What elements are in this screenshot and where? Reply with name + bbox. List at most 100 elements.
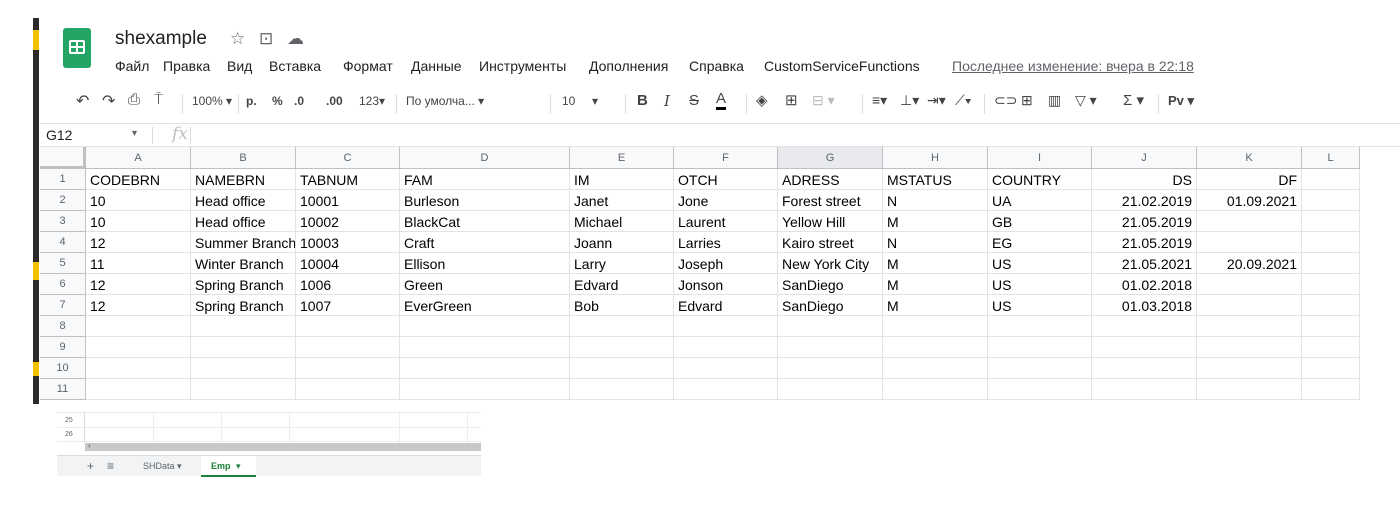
table-cell[interactable]: Spring Branch bbox=[191, 274, 296, 295]
table-cell[interactable] bbox=[1092, 379, 1197, 400]
row-header[interactable]: 3 bbox=[40, 211, 86, 232]
table-cell[interactable] bbox=[988, 337, 1092, 358]
table-cell[interactable] bbox=[86, 337, 191, 358]
table-cell[interactable] bbox=[1197, 316, 1302, 337]
currency-format-button[interactable]: р. bbox=[246, 94, 257, 108]
table-cell[interactable]: Janet bbox=[570, 190, 674, 211]
column-header-i[interactable]: I bbox=[988, 147, 1092, 169]
table-cell[interactable]: Ellison bbox=[400, 253, 570, 274]
row-header[interactable]: 2 bbox=[40, 190, 86, 211]
table-cell[interactable] bbox=[988, 358, 1092, 379]
table-cell[interactable]: TABNUM bbox=[296, 169, 400, 190]
menu-addons[interactable]: Дополнения bbox=[589, 58, 668, 74]
table-cell[interactable] bbox=[674, 337, 778, 358]
bold-button[interactable]: B bbox=[637, 92, 648, 109]
table-cell[interactable]: Edvard bbox=[674, 295, 778, 316]
table-cell[interactable]: US bbox=[988, 295, 1092, 316]
table-cell[interactable] bbox=[1302, 274, 1360, 295]
table-cell[interactable] bbox=[86, 358, 191, 379]
table-cell[interactable]: 21.05.2021 bbox=[1092, 253, 1197, 274]
table-cell[interactable] bbox=[1197, 295, 1302, 316]
table-cell[interactable]: Yellow Hill bbox=[778, 211, 883, 232]
increase-decimals-button[interactable]: .00 bbox=[326, 94, 343, 108]
table-cell[interactable]: SanDiego bbox=[778, 295, 883, 316]
table-cell[interactable] bbox=[778, 337, 883, 358]
print-icon[interactable]: ⎙ bbox=[128, 91, 140, 108]
table-cell[interactable]: Green bbox=[400, 274, 570, 295]
table-cell[interactable]: 12 bbox=[86, 232, 191, 253]
table-cell[interactable] bbox=[1197, 379, 1302, 400]
menu-file[interactable]: Файл bbox=[115, 58, 149, 74]
table-cell[interactable]: 01.09.2021 bbox=[1197, 190, 1302, 211]
table-cell[interactable]: COUNTRY bbox=[988, 169, 1092, 190]
table-cell[interactable]: Larry bbox=[570, 253, 674, 274]
cloud-status-icon[interactable]: ☁ bbox=[287, 29, 304, 49]
rotate-icon[interactable]: ⟋▾ bbox=[955, 92, 972, 109]
column-header-l[interactable]: L bbox=[1302, 147, 1360, 169]
name-box-dropdown-icon[interactable]: ▾ bbox=[132, 128, 137, 139]
table-cell[interactable] bbox=[86, 316, 191, 337]
table-cell[interactable] bbox=[1197, 211, 1302, 232]
menu-custom-service-functions[interactable]: CustomServiceFunctions bbox=[764, 58, 920, 74]
paint-format-icon[interactable]: ⍑ bbox=[154, 91, 163, 108]
percent-format-button[interactable]: % bbox=[272, 94, 283, 108]
column-header-b[interactable]: B bbox=[191, 147, 296, 169]
table-cell[interactable] bbox=[988, 316, 1092, 337]
table-cell[interactable]: Bob bbox=[570, 295, 674, 316]
decrease-decimals-button[interactable]: .0 bbox=[294, 94, 304, 108]
menu-help[interactable]: Справка bbox=[689, 58, 744, 74]
table-cell[interactable]: 1007 bbox=[296, 295, 400, 316]
table-cell[interactable] bbox=[883, 379, 988, 400]
table-cell[interactable]: 10001 bbox=[296, 190, 400, 211]
table-cell[interactable] bbox=[988, 379, 1092, 400]
column-header-h[interactable]: H bbox=[883, 147, 988, 169]
column-header-f[interactable]: F bbox=[674, 147, 778, 169]
row-header[interactable]: 7 bbox=[40, 295, 86, 316]
table-cell[interactable] bbox=[570, 379, 674, 400]
table-cell[interactable] bbox=[883, 337, 988, 358]
table-cell[interactable]: 01.03.2018 bbox=[1092, 295, 1197, 316]
align-icon[interactable]: ≡▾ bbox=[872, 92, 887, 109]
table-cell[interactable] bbox=[400, 316, 570, 337]
table-cell[interactable] bbox=[570, 358, 674, 379]
table-cell[interactable] bbox=[191, 358, 296, 379]
link-icon[interactable]: ⊂⊃ bbox=[994, 92, 1017, 109]
tab-shdata[interactable]: SHData ▾ bbox=[143, 461, 182, 472]
table-cell[interactable]: Edvard bbox=[570, 274, 674, 295]
table-cell[interactable]: 10002 bbox=[296, 211, 400, 232]
table-cell[interactable]: M bbox=[883, 295, 988, 316]
table-cell[interactable]: Laurent bbox=[674, 211, 778, 232]
table-cell[interactable] bbox=[883, 358, 988, 379]
table-cell[interactable]: 1006 bbox=[296, 274, 400, 295]
chart-icon[interactable]: ▥ bbox=[1048, 92, 1061, 109]
table-cell[interactable] bbox=[1302, 211, 1360, 232]
table-cell[interactable] bbox=[883, 316, 988, 337]
select-all-corner[interactable] bbox=[40, 147, 86, 169]
table-cell[interactable]: Kairo street bbox=[778, 232, 883, 253]
table-cell[interactable] bbox=[296, 358, 400, 379]
row-header[interactable]: 4 bbox=[40, 232, 86, 253]
filter-icon[interactable]: ▽ ▾ bbox=[1075, 92, 1097, 109]
table-cell[interactable]: 12 bbox=[86, 295, 191, 316]
table-cell[interactable] bbox=[1197, 232, 1302, 253]
menu-format[interactable]: Формат bbox=[343, 58, 393, 74]
table-cell[interactable]: Jone bbox=[674, 190, 778, 211]
table-cell[interactable]: CODEBRN bbox=[86, 169, 191, 190]
comment-icon[interactable]: ⊞ bbox=[1021, 92, 1033, 109]
table-cell[interactable] bbox=[1197, 337, 1302, 358]
valign-icon[interactable]: ⊥▾ bbox=[900, 92, 919, 109]
table-cell[interactable]: DF bbox=[1197, 169, 1302, 190]
table-cell[interactable] bbox=[1302, 337, 1360, 358]
table-cell[interactable]: Craft bbox=[400, 232, 570, 253]
table-cell[interactable]: 10 bbox=[86, 190, 191, 211]
table-cell[interactable]: SanDiego bbox=[778, 274, 883, 295]
table-cell[interactable] bbox=[296, 379, 400, 400]
table-cell[interactable]: 12 bbox=[86, 274, 191, 295]
table-cell[interactable] bbox=[1302, 379, 1360, 400]
horizontal-scrollbar[interactable] bbox=[85, 443, 481, 451]
table-cell[interactable]: Joann bbox=[570, 232, 674, 253]
menu-view[interactable]: Вид bbox=[227, 58, 252, 74]
row-header[interactable]: 6 bbox=[40, 274, 86, 295]
table-cell[interactable]: M bbox=[883, 274, 988, 295]
row-header[interactable]: 1 bbox=[40, 169, 86, 190]
